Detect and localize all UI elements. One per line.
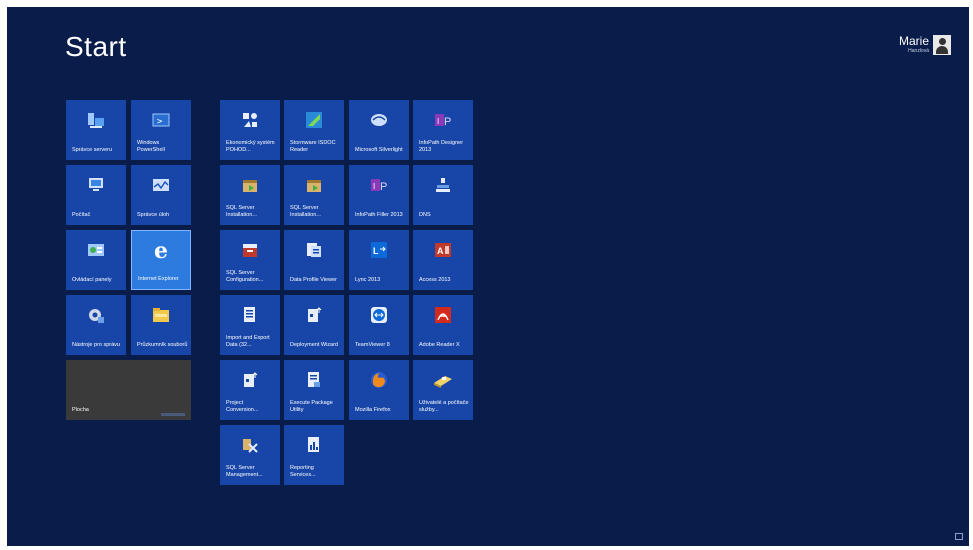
user-account[interactable]: Marie Hanzlová [899,35,951,55]
infopath-designer-icon: IP [433,110,453,130]
project-conversion-icon [240,370,260,390]
tile-dns[interactable]: DNS [413,165,473,225]
tile-windows-powershell[interactable]: > Windows PowerShell [131,100,191,160]
user-name: Marie [898,34,929,48]
tile-lync[interactable]: L Lync 2013 [349,230,409,290]
tile-computer[interactable]: Počítač [66,165,126,225]
tile-adobe-reader[interactable]: Adobe Reader X [413,295,473,355]
tile-task-manager[interactable]: Správce úloh [131,165,191,225]
tile-internet-explorer[interactable]: e Internet Explorer [131,230,191,290]
dns-icon [433,175,453,195]
isdoc-reader-icon [304,110,324,130]
tile-sql-installation-2[interactable]: SQL Server Installation... [284,165,344,225]
firefox-icon [369,370,389,390]
sql-management-icon [240,435,260,455]
page-title: Start [65,31,127,62]
deployment-wizard-icon [304,305,324,325]
tile-project-conversion[interactable]: Project Conversion... [220,360,280,420]
tile-execute-package[interactable]: Execute Package Utility [284,360,344,420]
tile-pohoda[interactable]: Ekonomický systém POHOD... [220,100,280,160]
tile-import-export[interactable]: Import and Export Data (32... [220,295,280,355]
tile-control-panel[interactable]: Ovládací panely [66,230,126,290]
user-subtitle: Hanzlová [908,48,929,54]
access-icon: A [433,240,453,260]
sql-installation-icon [304,175,324,195]
svg-text:A: A [437,246,444,256]
execute-package-icon [304,370,324,390]
tile-access[interactable]: A Access 2013 [413,230,473,290]
start-screen: Start Marie Hanzlová Správce serveru > W… [7,7,969,546]
powershell-icon: > [151,110,171,130]
pohoda-icon [240,110,260,130]
tile-sql-installation-1[interactable]: SQL Server Installation... [220,165,280,225]
tile-server-manager[interactable]: Správce serveru [66,100,126,160]
tile-sql-management[interactable]: SQL Server Management... [220,425,280,485]
tile-data-profile-viewer[interactable]: Data Profile Viewer [284,230,344,290]
tile-infopath-filler[interactable]: IP InfoPath Filler 2013 [349,165,409,225]
admin-tools-icon [86,305,106,325]
teamviewer-icon [369,305,389,325]
desktop-taskbar-preview [161,413,185,416]
tile-users-computers[interactable]: Uživatelé a počítače služby... [413,360,473,420]
users-computers-icon [433,370,453,390]
tile-desktop[interactable]: Plocha [66,360,191,420]
avatar[interactable] [933,35,951,55]
zoom-out-button[interactable] [955,533,963,540]
control-panel-icon [86,240,106,260]
sql-configuration-icon [240,240,260,260]
svg-text:P: P [444,116,451,128]
tile-silverlight[interactable]: Microsoft Silverlight [349,100,409,160]
tile-sql-configuration[interactable]: SQL Server Configuration... [220,230,280,290]
tile-teamviewer[interactable]: TeamViewer 8 [349,295,409,355]
reporting-services-icon [304,435,324,455]
import-export-icon [240,305,260,325]
file-explorer-icon [151,305,171,325]
svg-text:I: I [437,117,439,126]
tile-admin-tools[interactable]: Nástroje pro správu [66,295,126,355]
data-profile-viewer-icon [304,240,324,260]
tile-isdoc-reader[interactable]: Stormware ISDOC Reader [284,100,344,160]
tile-firefox[interactable]: Mozilla Firefox [349,360,409,420]
tile-reporting-services[interactable]: Reporting Services... [284,425,344,485]
infopath-filler-icon: IP [369,175,389,195]
server-manager-icon [86,110,106,130]
internet-explorer-icon: e [154,238,168,264]
tile-file-explorer[interactable]: Průzkumník souborů [131,295,191,355]
task-manager-icon [151,175,171,195]
svg-text:L: L [373,246,379,256]
tile-infopath-designer[interactable]: IP InfoPath Designer 2013 [413,100,473,160]
sql-installation-icon [240,175,260,195]
computer-icon [86,175,106,195]
svg-text:I: I [373,182,375,191]
svg-text:P: P [380,181,387,193]
adobe-reader-icon [433,305,453,325]
tile-deployment-wizard[interactable]: Deployment Wizard [284,295,344,355]
lync-icon: L [369,240,389,260]
silverlight-icon [369,110,389,130]
svg-text:>: > [157,117,163,127]
